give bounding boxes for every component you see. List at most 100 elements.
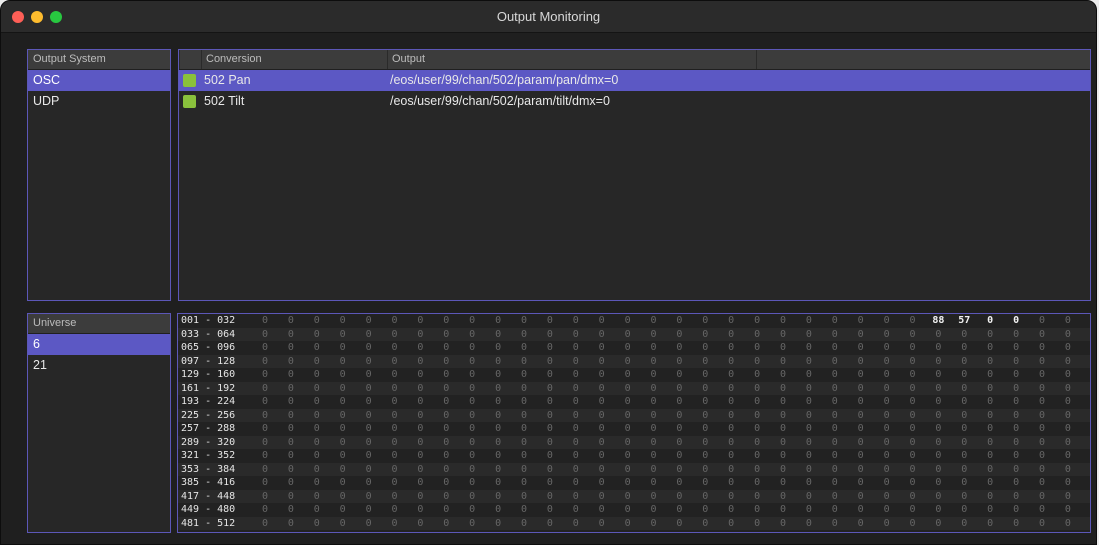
dmx-channel-value: 0 (624, 517, 631, 529)
dmx-channel-value: 57 (958, 315, 971, 326)
conversion-row[interactable]: 502 Pan /eos/user/99/chan/502/param/pan/… (179, 70, 1090, 91)
output-column-header[interactable]: Output (387, 50, 756, 69)
dmx-channel-value: 0 (495, 396, 502, 407)
universe-item-21[interactable]: 21 (28, 355, 170, 376)
dmx-channel-value: 0 (987, 463, 994, 475)
output-system-header[interactable]: Output System (28, 50, 170, 70)
output-system-item-osc[interactable]: OSC (28, 70, 170, 91)
conversion-row[interactable]: 502 Tilt /eos/user/99/chan/502/param/til… (179, 91, 1090, 112)
dmx-channel-value: 0 (261, 463, 269, 475)
dmx-channel-value: 0 (935, 504, 942, 515)
dmx-channel-value: 0 (572, 477, 579, 488)
dmx-channel-value: 0 (702, 463, 709, 475)
color-column-header[interactable] (179, 50, 201, 69)
dmx-channel-value: 0 (572, 463, 579, 475)
dmx-channel-value: 0 (779, 315, 787, 326)
dmx-channel-value: 0 (520, 436, 528, 448)
dmx-channel-value: 0 (779, 517, 787, 529)
dmx-channel-value: 0 (261, 477, 269, 488)
dmx-channel-value: 0 (909, 396, 916, 407)
dmx-channel-value: 0 (650, 382, 657, 394)
universe-item-6[interactable]: 6 (28, 334, 170, 355)
dmx-channel-value: 0 (261, 490, 269, 502)
dmx-channel-value: 0 (935, 450, 942, 461)
dmx-channel-value: 0 (676, 477, 683, 488)
dmx-channel-value: 0 (831, 369, 838, 380)
dmx-channel-value: 0 (987, 504, 994, 515)
conversion-output: /eos/user/99/chan/502/param/tilt/dmx=0 (390, 94, 610, 108)
dmx-channel-value: 0 (1013, 369, 1020, 380)
dmx-channel-value: 0 (1064, 382, 1071, 394)
dmx-channel-value: 0 (443, 396, 450, 407)
dmx-channel-value: 0 (495, 477, 502, 488)
dmx-channel-value: 0 (598, 436, 605, 448)
dmx-range-label: 129 - 160 (181, 369, 236, 380)
dmx-channel-value: 0 (339, 436, 346, 448)
dmx-channel-value: 0 (520, 328, 528, 340)
dmx-channel-value: 0 (935, 382, 942, 394)
dmx-channel-value: 0 (520, 517, 528, 529)
dmx-channel-value: 0 (728, 396, 735, 407)
dmx-channel-value: 0 (313, 382, 320, 394)
output-system-item-udp[interactable]: UDP (28, 91, 170, 112)
dmx-channel-value: 0 (676, 436, 683, 448)
dmx-channel-value: 0 (779, 369, 787, 380)
dmx-channel-value: 0 (883, 342, 890, 353)
dmx-channel-value: 0 (443, 423, 450, 434)
dmx-channel-value: 0 (1013, 328, 1020, 340)
dmx-channel-value: 0 (572, 328, 579, 340)
dmx-channel-value: 0 (313, 490, 320, 502)
dmx-channel-value: 0 (598, 382, 605, 394)
dmx-range-label: 225 - 256 (181, 409, 236, 421)
dmx-channel-value: 0 (728, 342, 735, 353)
dmx-channel-value: 0 (417, 328, 424, 340)
dmx-row: 193 - 224 0 0 0 0 0 0 0 0 0 0 0 0 0 0 0 0 0 0 0 0 0 0 0 0 0 0 0 0 0 0 0… (178, 395, 1090, 409)
dmx-range-label: 289 - 320 (181, 436, 236, 448)
dmx-channel-value: 0 (443, 382, 450, 394)
dmx-channel-value: 0 (805, 423, 812, 434)
dmx-channel-value: 0 (469, 369, 476, 380)
dmx-channel-value: 0 (909, 369, 916, 380)
dmx-channel-value: 0 (1064, 315, 1071, 326)
dmx-channel-value: 0 (702, 382, 709, 394)
dmx-channel-value: 0 (624, 436, 631, 448)
dmx-channel-value: 0 (702, 517, 709, 529)
dmx-channel-value: 0 (287, 328, 294, 340)
dmx-channel-value: 0 (572, 342, 579, 353)
dmx-channel-value: 0 (702, 315, 709, 326)
dmx-channel-value: 0 (365, 450, 372, 461)
dmx-channel-value: 0 (857, 504, 864, 515)
dmx-channel-value: 0 (365, 382, 372, 394)
empty-column-header (756, 50, 1090, 69)
dmx-channel-value: 0 (261, 423, 269, 434)
dmx-channel-value: 0 (650, 450, 657, 461)
conversion-column-header[interactable]: Conversion (201, 50, 387, 69)
dmx-channel-value: 0 (417, 423, 424, 434)
dmx-channel-value: 0 (417, 369, 424, 380)
dmx-channel-value: 0 (805, 342, 812, 353)
dmx-channel-value: 0 (728, 463, 735, 475)
dmx-channel-value: 0 (624, 328, 631, 340)
dmx-channel-value: 0 (702, 490, 709, 502)
dmx-channel-value: 0 (443, 342, 450, 353)
universe-header[interactable]: Universe (28, 314, 170, 334)
dmx-channel-value: 0 (520, 450, 528, 461)
dmx-channel-value: 0 (287, 423, 294, 434)
dmx-row: 001 - 032 0 0 0 0 0 0 0 0 0 0 0 0 0 0 0 0 0 0 0 0 0 0 0 0 0 0 88 57 0… (178, 314, 1090, 328)
dmx-channel-value: 0 (857, 409, 864, 421)
dmx-range-label: 033 - 064 (181, 328, 236, 340)
dmx-channel-value: 0 (883, 369, 890, 380)
dmx-channel-value: 0 (831, 328, 838, 340)
dmx-channel-value: 0 (702, 504, 709, 515)
dmx-channel-value: 0 (779, 477, 787, 488)
dmx-channel-value: 0 (676, 517, 683, 529)
dmx-channel-value: 0 (1038, 450, 1046, 461)
dmx-channel-value: 0 (495, 355, 502, 367)
conversion-panel: Conversion Output 502 Pan /eos/user/99/c… (178, 49, 1091, 301)
dmx-channel-value: 0 (313, 504, 320, 515)
dmx-channel-value: 0 (754, 369, 761, 380)
dmx-channel-value: 0 (572, 490, 579, 502)
dmx-channel-value: 0 (650, 355, 657, 367)
dmx-channel-value: 0 (417, 342, 424, 353)
dmx-channel-value: 0 (1064, 409, 1071, 421)
